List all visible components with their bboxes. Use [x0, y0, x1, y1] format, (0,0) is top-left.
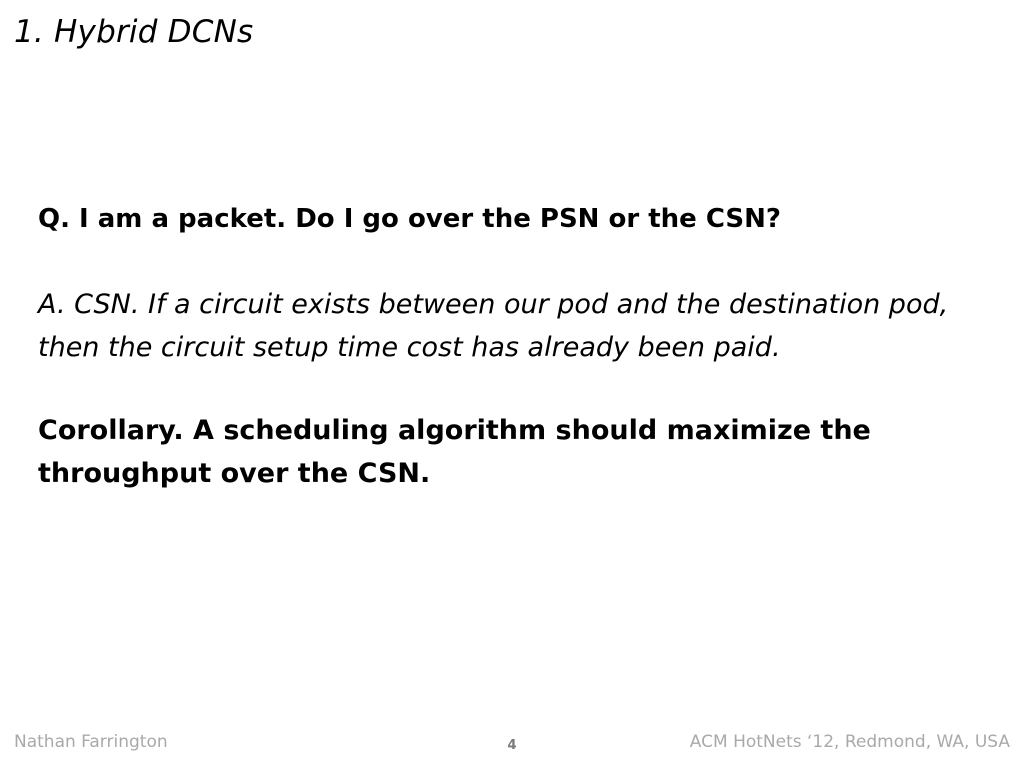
slide: 1. Hybrid DCNs Q. I am a packet. Do I go…: [0, 0, 1024, 768]
corollary-text: Corollary. A scheduling algorithm should…: [38, 415, 871, 489]
slide-body: Q. I am a packet. Do I go over the PSN o…: [38, 198, 998, 495]
question-text: Q. I am a packet. Do I go over the PSN o…: [38, 204, 781, 234]
slide-title: 1. Hybrid DCNs: [14, 14, 254, 50]
footer-venue: ACM HotNets ‘12, Redmond, WA, USA: [689, 732, 1010, 752]
answer-text: A. CSN. If a circuit exists between our …: [38, 289, 949, 363]
